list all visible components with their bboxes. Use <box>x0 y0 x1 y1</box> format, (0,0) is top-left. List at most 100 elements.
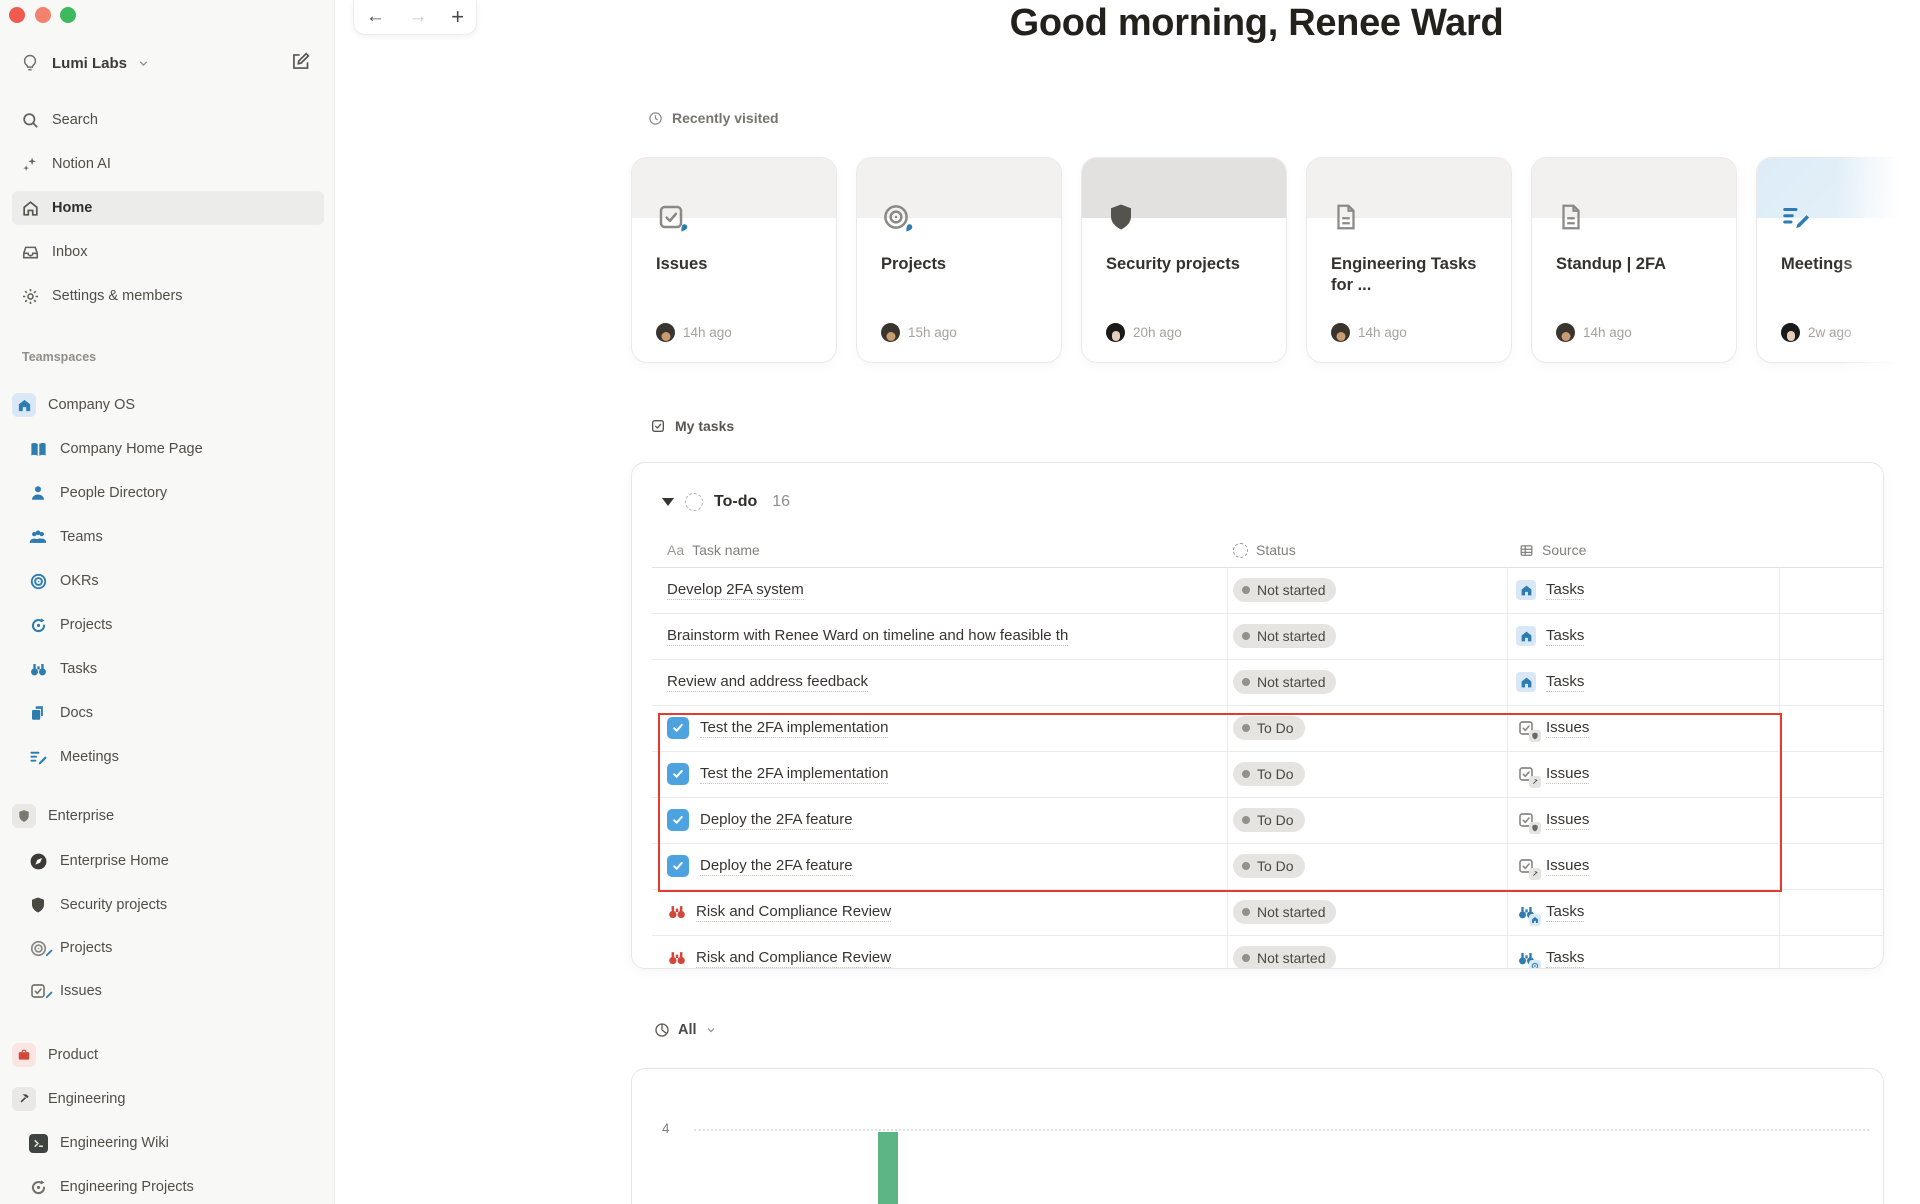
zoom-window-button[interactable] <box>60 7 76 23</box>
sidebar-item-meetings[interactable]: Meetings <box>12 740 324 774</box>
sidebar-item-engineering[interactable]: Engineering <box>12 1082 324 1116</box>
sidebar-item-home[interactable]: Home <box>12 191 324 225</box>
sidebar-item-engineering-wiki[interactable]: Engineering Wiki <box>12 1126 324 1160</box>
document-icon <box>1331 202 1361 237</box>
sidebar-item-security-projects[interactable]: Security projects <box>12 888 324 922</box>
table-row[interactable]: Test the 2FA implementation To Do Issues <box>652 751 1883 798</box>
sidebar-item-docs[interactable]: Docs <box>12 696 324 730</box>
status-badge[interactable]: To Do <box>1233 854 1305 878</box>
sidebar-item-engineering-projects[interactable]: Engineering Projects <box>12 1170 324 1204</box>
workspace-switcher[interactable]: Lumi Labs <box>12 46 150 80</box>
sidebar-item-enterprise-home[interactable]: Enterprise Home <box>12 844 324 878</box>
status-dot-icon <box>1242 770 1250 778</box>
cycle-arrow-icon <box>26 616 50 635</box>
card-title: Standup | 2FA <box>1556 255 1667 273</box>
new-tab-button[interactable]: + <box>451 4 464 30</box>
pencil-overlay-icon <box>44 946 54 962</box>
table-row[interactable]: Deploy the 2FA feature To Do Issues <box>652 843 1883 890</box>
column-source[interactable]: Source <box>1519 535 1586 565</box>
task-checkbox-checked[interactable] <box>667 855 689 877</box>
card-title: Security projects <box>1106 255 1240 273</box>
status-badge[interactable]: To Do <box>1233 762 1305 786</box>
hammer-badge-icon <box>1529 776 1541 788</box>
back-button[interactable]: ← <box>366 6 385 28</box>
sidebar-item-company-os[interactable]: Company OS <box>12 388 324 422</box>
table-row[interactable]: Risk and Compliance Review Not started T… <box>652 889 1883 936</box>
status-dot-icon <box>1242 632 1250 640</box>
status-badge[interactable]: Not started <box>1233 946 1337 968</box>
column-task-name[interactable]: Aa Task name <box>667 535 760 565</box>
card-timestamp: 15h ago <box>908 325 957 340</box>
gridline <box>694 1129 1869 1131</box>
sidebar-item-enterprise[interactable]: Enterprise <box>12 799 324 833</box>
table-row[interactable]: Review and address feedback Not started … <box>652 659 1883 706</box>
avatar <box>881 323 900 342</box>
briefcase-icon <box>12 1043 36 1067</box>
avatar <box>1331 323 1350 342</box>
gear-icon <box>18 287 42 306</box>
sidebar-item-enterprise-projects[interactable]: Projects <box>12 931 324 965</box>
sidebar-item-product[interactable]: Product <box>12 1038 324 1072</box>
sidebar-item-teams[interactable]: Teams <box>12 520 324 554</box>
recent-card-standup-2fa[interactable]: Standup | 2FA 14h ago <box>1531 157 1737 363</box>
forward-button[interactable]: → <box>409 6 428 28</box>
card-timestamp: 2w ago <box>1808 325 1852 340</box>
status-badge[interactable]: Not started <box>1233 624 1337 648</box>
terminal-icon <box>26 1133 50 1153</box>
task-checkbox-checked[interactable] <box>667 763 689 785</box>
sidebar-item-company-home-page[interactable]: Company Home Page <box>12 432 324 466</box>
sidebar-item-search[interactable]: Search <box>12 103 324 137</box>
sidebar-item-tasks[interactable]: Tasks <box>12 652 324 686</box>
document-icon <box>1556 202 1586 237</box>
chevron-down-icon <box>137 57 150 70</box>
sidebar-item-projects[interactable]: Projects <box>12 608 324 642</box>
status-badge[interactable]: To Do <box>1233 808 1305 832</box>
my-tasks-header: My tasks <box>650 418 734 434</box>
minimize-window-button[interactable] <box>35 7 51 23</box>
sidebar-item-okrs[interactable]: OKRs <box>12 564 324 598</box>
shield-icon <box>26 896 50 914</box>
chart-bar[interactable] <box>878 1132 898 1204</box>
avatar <box>1781 323 1800 342</box>
recent-card-meetings[interactable]: Meetings 2w ago <box>1756 157 1920 363</box>
shield-badge-icon <box>1529 822 1541 834</box>
recent-card-issues[interactable]: Issues 14h ago <box>631 157 837 363</box>
sidebar-item-inbox[interactable]: Inbox <box>12 235 324 269</box>
close-window-button[interactable] <box>9 7 25 23</box>
page-title: Good morning, Renee Ward <box>1009 2 1504 44</box>
status-badge[interactable]: Not started <box>1233 670 1337 694</box>
workspace-name: Lumi Labs <box>52 54 128 72</box>
column-status[interactable]: Status <box>1233 535 1296 565</box>
task-checkbox-checked[interactable] <box>667 809 689 831</box>
recent-card-projects[interactable]: Projects 15h ago <box>856 157 1062 363</box>
pin-overlay-icon <box>678 221 689 239</box>
status-badge[interactable]: Not started <box>1233 900 1337 924</box>
todo-group-header[interactable]: To-do 16 <box>662 493 790 511</box>
table-row[interactable]: Test the 2FA implementation To Do Issues <box>652 705 1883 752</box>
shield-badge-icon <box>1529 730 1541 742</box>
tasks-binoculars-icon <box>1516 902 1541 926</box>
lightbulb-icon <box>18 53 42 73</box>
status-badge[interactable]: To Do <box>1233 716 1305 740</box>
table-row[interactable]: Deploy the 2FA feature To Do Issues <box>652 797 1883 844</box>
sidebar-item-issues[interactable]: Issues <box>12 974 324 1008</box>
pencil-overlay-icon <box>44 988 54 1004</box>
sidebar-item-settings-members[interactable]: Settings & members <box>12 279 324 313</box>
table-row[interactable]: Develop 2FA system Not started Tasks <box>652 567 1883 614</box>
chart-filter-dropdown[interactable]: All <box>654 1022 717 1038</box>
collapse-triangle-icon[interactable] <box>662 498 674 506</box>
sidebar-item-notion-ai[interactable]: Notion AI <box>12 147 324 181</box>
chevron-down-icon <box>705 1024 717 1036</box>
table-row[interactable]: Risk and Compliance Review Not started T… <box>652 935 1883 968</box>
recent-card-engineering-tasks[interactable]: Engineering Tasks for ... 14h ago <box>1306 157 1512 363</box>
pages-icon <box>26 704 50 722</box>
new-page-compose-button[interactable] <box>290 51 311 77</box>
checkbox-pencil-icon <box>26 982 53 1000</box>
person-icon <box>26 484 50 502</box>
tasks-house-icon <box>1516 672 1536 692</box>
recent-card-security-projects[interactable]: Security projects 20h ago <box>1081 157 1287 363</box>
table-row[interactable]: Brainstorm with Renee Ward on timeline a… <box>652 613 1883 660</box>
status-badge[interactable]: Not started <box>1233 578 1337 602</box>
sidebar-item-people-directory[interactable]: People Directory <box>12 476 324 510</box>
task-checkbox-checked[interactable] <box>667 717 689 739</box>
